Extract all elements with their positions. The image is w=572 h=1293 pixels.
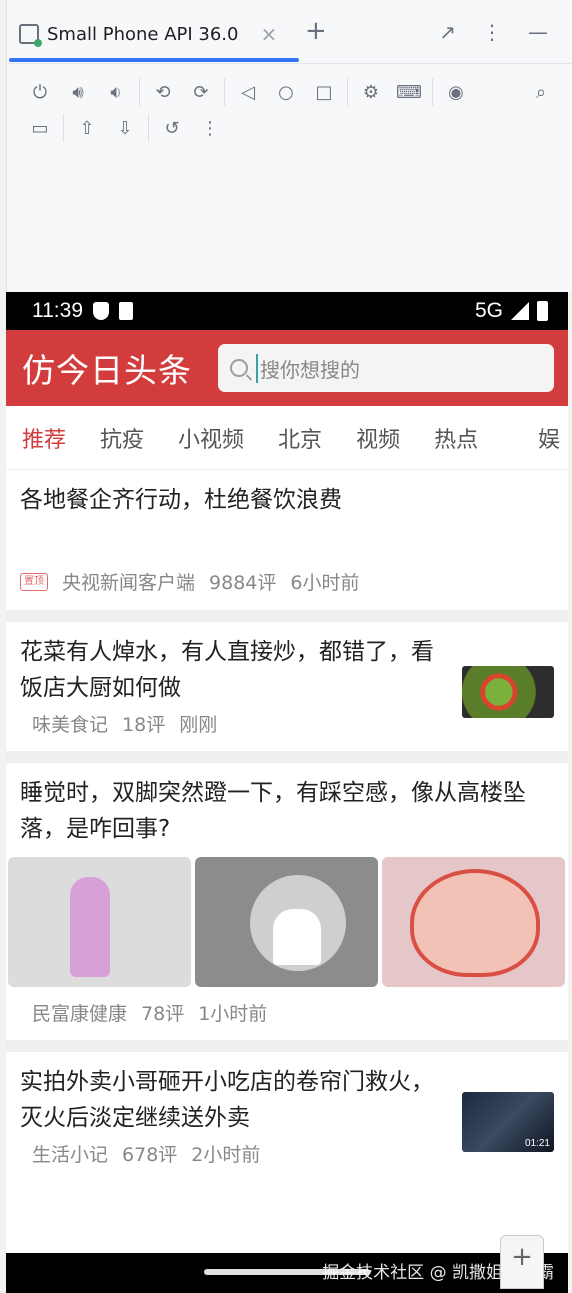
- network-type: 5G: [474, 299, 503, 322]
- toolbar-divider: [347, 78, 348, 106]
- more-icon[interactable]: ⋮: [191, 110, 229, 146]
- status-bar: 11:39 5G: [6, 292, 568, 330]
- news-title: 实拍外卖小哥砸开小吃店的卷帘门救火，灭火后淡定继续送外卖: [20, 1069, 434, 1131]
- toolbar-divider: [139, 78, 140, 106]
- status-time: 11:39: [32, 299, 83, 322]
- tab-beijing[interactable]: 北京: [278, 422, 322, 454]
- pinned-badge: 置顶: [20, 572, 48, 591]
- toolbar-divider: [63, 114, 64, 142]
- news-item[interactable]: 实拍外卖小哥砸开小吃店的卷帘门救火，灭火后淡定继续送外卖 生活小记 678评 2…: [6, 1052, 568, 1181]
- battery-icon: [537, 301, 548, 321]
- download-icon[interactable]: ⇩: [106, 110, 144, 146]
- news-meta: 民富康健康 78评 1小时前: [20, 999, 568, 1026]
- news-comments: 678评: [122, 1144, 178, 1166]
- news-comments: 18评: [122, 714, 166, 736]
- options-menu-icon[interactable]: ⋮: [482, 20, 502, 44]
- upload-icon[interactable]: ⇧: [68, 110, 106, 146]
- settings-icon[interactable]: ⚙: [352, 74, 390, 110]
- app-header: 仿今日头条 搜你想搜的: [6, 330, 568, 406]
- home-icon[interactable]: ○: [267, 74, 305, 110]
- news-time: 6小时前: [290, 572, 360, 594]
- device-tab[interactable]: Small Phone API 36.0 ×: [19, 16, 277, 52]
- news-meta: 置顶 央视新闻客户端 9884评 6小时前: [20, 568, 554, 595]
- toolbar-divider: [148, 114, 149, 142]
- close-tab-icon[interactable]: ×: [260, 22, 277, 46]
- news-image: [195, 857, 378, 987]
- news-meta: 生活小记 678评 2小时前: [20, 1140, 446, 1167]
- video-thumbnail: 01:21: [462, 1092, 554, 1152]
- app-title: 仿今日头条: [22, 351, 192, 390]
- news-comments: 9884评: [209, 572, 277, 594]
- tab-video[interactable]: 视频: [356, 422, 400, 454]
- news-time: 2小时前: [191, 1144, 261, 1166]
- news-meta: 味美食记 18评 刚刚: [20, 710, 446, 737]
- news-title: 花菜有人焯水，有人直接炒，都错了，看饭店大厨如何做: [20, 639, 434, 701]
- tab-hot[interactable]: 热点: [434, 422, 478, 454]
- shield-icon: [93, 302, 109, 320]
- minimize-icon[interactable]: —: [528, 20, 548, 44]
- search-placeholder: 搜你想搜的: [256, 353, 360, 383]
- rotate-right-icon[interactable]: ⟳: [182, 74, 220, 110]
- camera-icon[interactable]: ◉: [437, 74, 475, 110]
- emulator-window: Small Phone API 36.0 × + ↗ ⋮ — ⏻ 🔊︎ 🔉︎ ⟲…: [6, 0, 572, 292]
- news-time: 1小时前: [198, 1003, 268, 1025]
- news-item[interactable]: 睡觉时，双脚突然蹬一下，有踩空感，像从高楼坠落，是咋回事? 民富康健康 78评 …: [6, 763, 568, 1040]
- news-image: [382, 857, 565, 987]
- emulator-toolbar: ⏻ 🔊︎ 🔉︎ ⟲ ⟳ ◁ ○ □ ⚙ ⌨ ◉ ⌕ ▭ ⇧ ⇩ ↺ ⋮: [7, 64, 572, 146]
- news-thumbnail: [462, 666, 554, 718]
- keyboard-icon[interactable]: ⌨: [390, 74, 428, 110]
- add-device-icon[interactable]: +: [305, 16, 327, 46]
- device-tab-title: Small Phone API 36.0: [47, 23, 239, 45]
- zoom-icon[interactable]: ⌕: [522, 74, 560, 110]
- add-button[interactable]: +: [500, 1235, 544, 1289]
- detach-window-icon[interactable]: ↗: [439, 20, 456, 44]
- snapshot-icon[interactable]: ↺: [153, 110, 191, 146]
- signal-icon: [511, 302, 529, 320]
- overview-icon[interactable]: □: [305, 74, 343, 110]
- emulator-tab-bar: Small Phone API 36.0 × + ↗ ⋮ —: [7, 0, 572, 64]
- tab-recommend[interactable]: 推荐: [22, 422, 66, 454]
- video-duration: 01:21: [524, 1138, 550, 1149]
- search-input[interactable]: 搜你想搜的: [218, 344, 554, 392]
- news-feed: 各地餐企齐行动，杜绝餐饮浪费 置顶 央视新闻客户端 9884评 6小时前 花菜有…: [6, 470, 568, 1181]
- toolbar-divider: [224, 78, 225, 106]
- device-icon: [19, 24, 42, 47]
- news-comments: 78评: [141, 1003, 185, 1025]
- news-source: 央视新闻客户端: [62, 572, 196, 594]
- news-title: 各地餐企齐行动，杜绝餐饮浪费: [20, 487, 342, 513]
- active-tab-indicator: [9, 58, 299, 62]
- navigation-bar: 掘金技术社区 @ 凯撒姐姐真霸: [6, 1253, 568, 1293]
- power-icon[interactable]: ⏻: [21, 74, 59, 110]
- toolbar-divider: [432, 78, 433, 106]
- news-time: 刚刚: [179, 714, 218, 736]
- news-title: 睡觉时，双脚突然蹬一下，有踩空感，像从高楼坠落，是咋回事?: [20, 780, 526, 842]
- sim-card-icon: [119, 302, 133, 320]
- volume-down-icon[interactable]: 🔉︎: [97, 74, 135, 110]
- volume-up-icon[interactable]: 🔊︎: [59, 74, 97, 110]
- news-item[interactable]: 各地餐企齐行动，杜绝餐饮浪费 置顶 央视新闻客户端 9884评 6小时前: [6, 470, 568, 610]
- tab-short-video[interactable]: 小视频: [178, 422, 244, 454]
- news-source: 民富康健康: [32, 1003, 128, 1025]
- channel-tabs: 推荐 抗疫 小视频 北京 视频 热点 娱: [6, 406, 568, 470]
- tab-antiepidemic[interactable]: 抗疫: [100, 422, 144, 454]
- back-icon[interactable]: ◁: [229, 74, 267, 110]
- rotate-left-icon[interactable]: ⟲: [144, 74, 182, 110]
- news-item[interactable]: 花菜有人焯水，有人直接炒，都错了，看饭店大厨如何做 味美食记 18评 刚刚: [6, 622, 568, 751]
- tab-entertainment[interactable]: 娱: [538, 422, 568, 454]
- news-source: 生活小记: [32, 1144, 109, 1166]
- news-source: 味美食记: [32, 714, 109, 736]
- phone-screen: 11:39 5G 仿今日头条 搜你想搜的 推荐 抗疫 小视频 北京 视频 热点 …: [6, 292, 568, 1293]
- search-icon: [230, 359, 248, 377]
- record-icon[interactable]: ▭: [21, 110, 59, 146]
- news-image-group: [8, 857, 568, 987]
- news-image: [8, 857, 191, 987]
